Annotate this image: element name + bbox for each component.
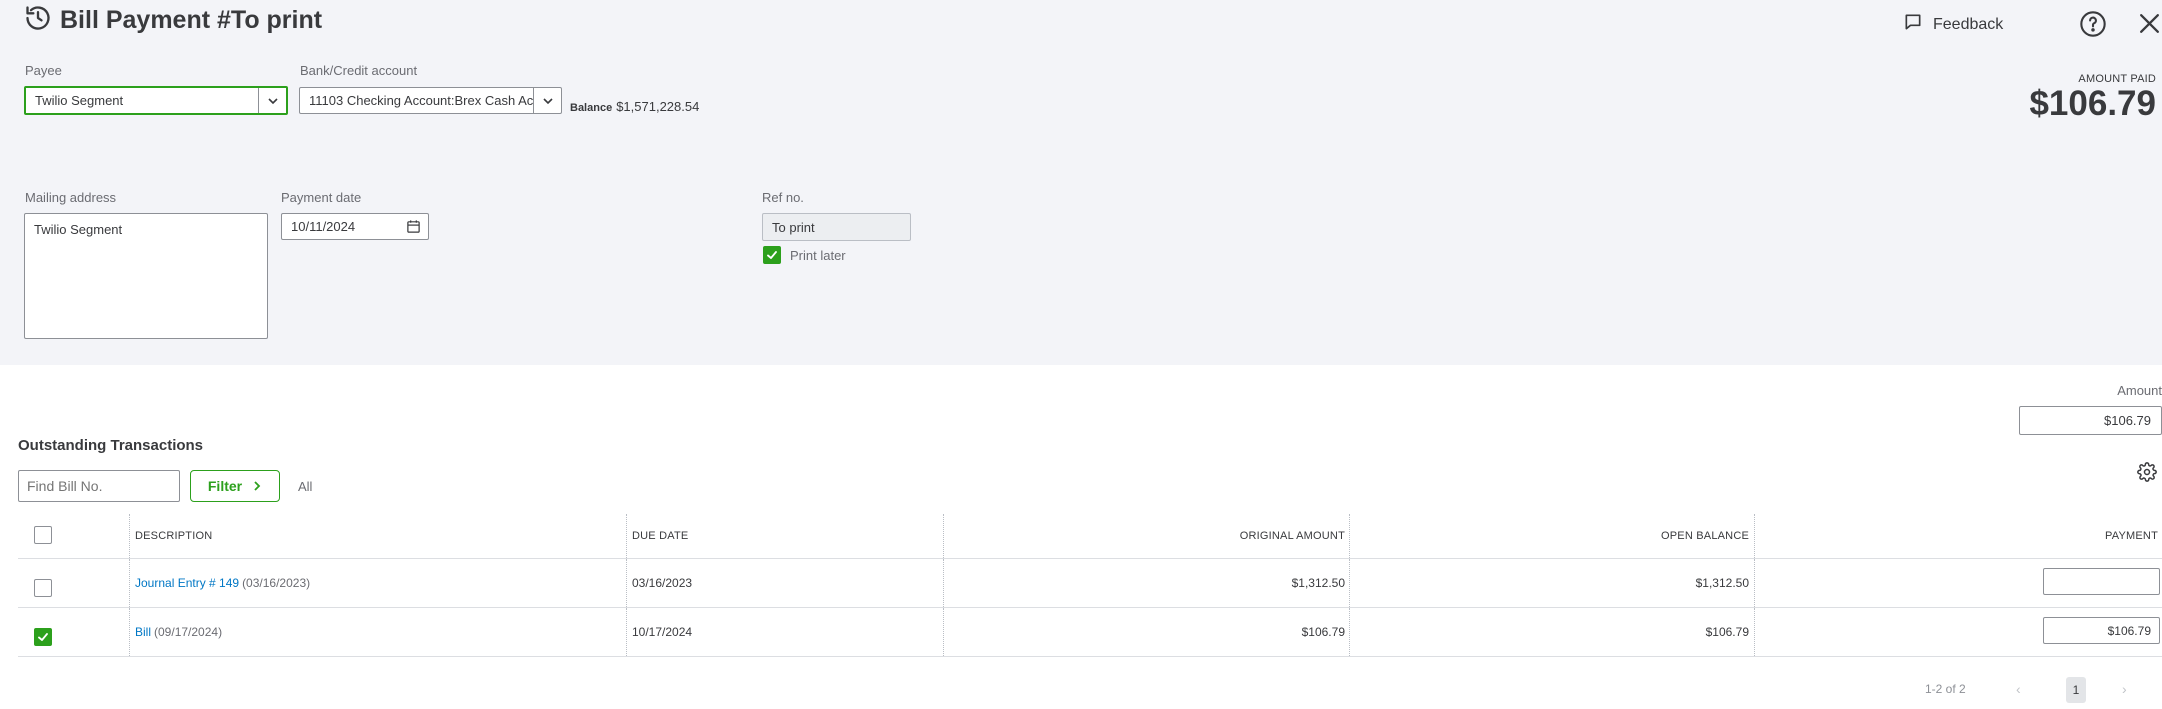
bank-account-value: 11103 Checking Account:Brex Cash Ac	[309, 93, 534, 108]
payment-date-label: Payment date	[281, 190, 362, 205]
column-divider	[129, 559, 130, 607]
balance-value: $1,571,228.54	[616, 99, 700, 114]
pagination-page-1[interactable]: 1	[2066, 677, 2086, 703]
transaction-date: (03/16/2023)	[242, 576, 311, 590]
payment-date-value: 10/11/2024	[291, 219, 356, 234]
table-header: DESCRIPTION DUE DATE ORIGINAL AMOUNT OPE…	[18, 514, 2162, 559]
payee-label: Payee	[25, 63, 62, 78]
bill-payment-form: Bill Payment #To print Feedback Payee Tw…	[0, 0, 2162, 365]
history-icon[interactable]	[24, 4, 52, 37]
bank-account-label: Bank/Credit account	[300, 63, 418, 78]
filter-label: Filter	[207, 478, 243, 494]
balance-label: Balance	[570, 102, 613, 114]
chevron-down-icon	[542, 97, 553, 104]
pagination-next-button[interactable]: ›	[2122, 681, 2127, 697]
row-description: Journal Entry # 149 (03/16/2023)	[135, 559, 310, 607]
payee-select[interactable]: Twilio Segment	[24, 86, 288, 115]
chevron-down-icon	[267, 97, 278, 104]
feedback-icon	[1903, 12, 1923, 37]
column-header-open-balance[interactable]: OPEN BALANCE	[1349, 514, 1749, 558]
row-description: Bill (09/17/2024)	[135, 608, 222, 656]
print-later-checkbox[interactable]	[763, 246, 781, 264]
bank-account-dropdown[interactable]	[533, 88, 561, 113]
column-divider	[129, 608, 130, 656]
pagination-prev-button[interactable]: ‹	[2016, 681, 2021, 697]
column-header-payment[interactable]: PAYMENT	[1754, 514, 2158, 558]
select-all-checkbox[interactable]	[34, 526, 52, 544]
table-row[interactable]: Bill (09/17/2024) 10/17/2024 $106.79 $10…	[18, 608, 2162, 657]
column-divider	[626, 559, 627, 607]
transaction-link[interactable]: Journal Entry # 149	[135, 576, 239, 590]
bank-account-select[interactable]: 11103 Checking Account:Brex Cash Ac	[299, 87, 562, 114]
row-open-balance: $106.79	[1705, 625, 1749, 639]
close-icon[interactable]	[2137, 11, 2162, 36]
transaction-date: (09/17/2024)	[154, 625, 223, 639]
outstanding-transactions-table: DESCRIPTION DUE DATE ORIGINAL AMOUNT OPE…	[18, 514, 2162, 657]
column-divider	[626, 608, 627, 656]
calendar-icon[interactable]	[406, 219, 421, 237]
table-row[interactable]: Journal Entry # 149 (03/16/2023) 03/16/2…	[18, 559, 2162, 608]
column-divider	[1754, 559, 1755, 607]
amount-paid-value: $106.79	[2029, 84, 2156, 123]
payment-input[interactable]: $106.79	[2043, 617, 2160, 644]
row-checkbox[interactable]	[34, 579, 52, 597]
row-checkbox[interactable]	[34, 628, 52, 646]
filter-button[interactable]: Filter	[190, 470, 280, 502]
column-divider	[626, 514, 627, 558]
outstanding-transactions-title: Outstanding Transactions	[18, 437, 204, 454]
mailing-address-input[interactable]: Twilio Segment	[24, 213, 268, 339]
gear-icon[interactable]	[2137, 462, 2157, 482]
row-original-amount: $1,312.50	[1291, 576, 1345, 590]
filter-all-label: All	[298, 479, 313, 494]
column-header-due-date[interactable]: DUE DATE	[632, 514, 688, 558]
amount-label: Amount	[2117, 383, 2162, 398]
help-icon[interactable]	[2079, 10, 2107, 38]
column-header-description[interactable]: DESCRIPTION	[135, 514, 212, 558]
feedback-label: Feedback	[1933, 15, 2004, 33]
column-header-original-amount[interactable]: ORIGINAL AMOUNT	[943, 514, 1345, 558]
feedback-button[interactable]: Feedback	[1903, 12, 2003, 37]
page-title: Bill Payment #To print	[60, 6, 323, 34]
check-icon	[38, 633, 48, 641]
ref-no-value: To print	[772, 219, 815, 235]
row-original-amount: $106.79	[1301, 625, 1345, 639]
payee-value: Twilio Segment	[35, 93, 124, 108]
column-divider	[1754, 608, 1755, 656]
ref-no-input[interactable]: To print	[762, 213, 911, 241]
row-due-date: 10/17/2024	[632, 625, 693, 639]
print-later-label: Print later	[790, 248, 846, 263]
pagination-range: 1-2 of 2	[1925, 682, 1966, 696]
mailing-address-label: Mailing address	[25, 190, 117, 205]
row-open-balance: $1,312.50	[1695, 576, 1749, 590]
chevron-right-icon	[254, 481, 261, 491]
column-divider	[129, 514, 130, 558]
check-icon	[767, 251, 777, 259]
ref-no-label: Ref no.	[762, 190, 804, 205]
payment-date-input[interactable]: 10/11/2024	[281, 213, 429, 240]
balance: Balance $1,571,228.54	[570, 99, 699, 114]
amount-input[interactable]: $106.79	[2019, 406, 2162, 435]
title-bar: Bill Payment #To print	[24, 4, 322, 37]
payee-dropdown[interactable]	[258, 88, 286, 113]
transaction-link[interactable]: Bill	[135, 625, 151, 639]
find-bill-input[interactable]	[18, 470, 180, 502]
payment-input[interactable]	[2043, 568, 2160, 595]
row-due-date: 03/16/2023	[632, 576, 693, 590]
